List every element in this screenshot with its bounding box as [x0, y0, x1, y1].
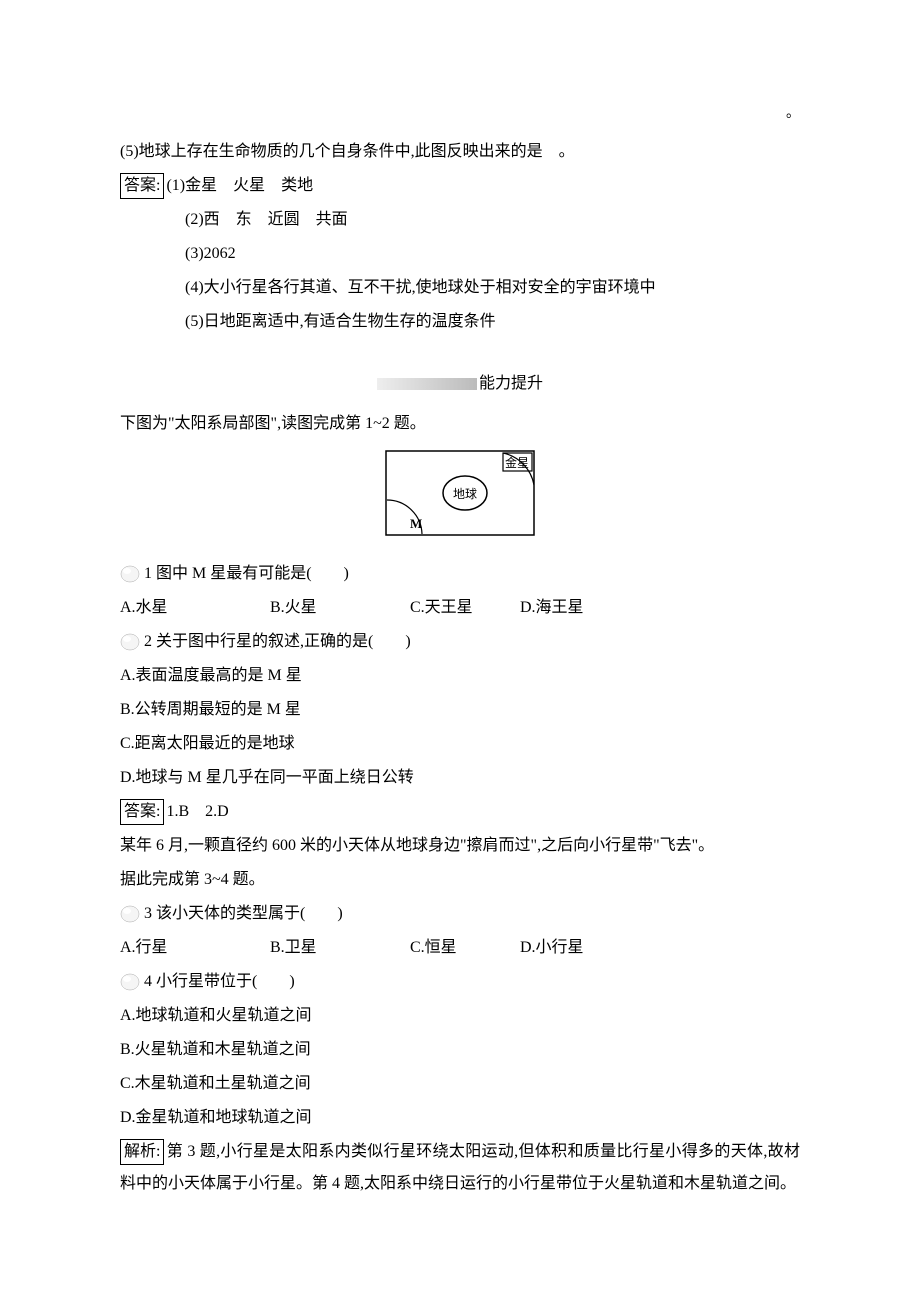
question-marker-icon	[120, 973, 140, 991]
section-title: 能力提升	[479, 375, 543, 392]
section-bar-icon	[377, 378, 477, 390]
option-4c: C.木星轨道和土星轨道之间	[120, 1068, 800, 1100]
intro-2a: 某年 6 月,一颗直径约 600 米的小天体从地球身边"擦肩而过",之后向小行星…	[120, 830, 800, 862]
question-3-text: 3 该小天体的类型属于( )	[144, 905, 343, 922]
answer-block: 答案:(1)金星 火星 类地	[120, 170, 800, 202]
option-3a: A.行星	[120, 932, 270, 964]
intro-2b: 据此完成第 3~4 题。	[120, 864, 800, 896]
option-4d: D.金星轨道和地球轨道之间	[120, 1102, 800, 1134]
option-3b: B.卫星	[270, 932, 410, 964]
top-marker: 。	[120, 100, 800, 128]
option-2d: D.地球与 M 星几乎在同一平面上绕日公转	[120, 762, 800, 794]
option-1b: B.火星	[270, 592, 410, 624]
option-1d: D.海王星	[520, 592, 584, 624]
question-2: 2 关于图中行星的叙述,正确的是( )	[120, 626, 800, 658]
option-4a: A.地球轨道和火星轨道之间	[120, 1000, 800, 1032]
option-2c: C.距离太阳最近的是地球	[120, 728, 800, 760]
answer-4: (4)大小行星各行其道、互不干扰,使地球处于相对安全的宇宙环境中	[120, 272, 800, 304]
section-header: 能力提升	[120, 368, 800, 400]
analysis-label: 解析:	[120, 1139, 164, 1165]
m-label: M	[410, 516, 422, 531]
solar-system-diagram: 金星 地球 M	[120, 450, 800, 548]
answer-2: (2)西 东 近圆 共面	[120, 204, 800, 236]
question-marker-icon	[120, 565, 140, 583]
question-1-options: A.水星 B.火星 C.天王星 D.海王星	[120, 592, 800, 624]
option-1a: A.水星	[120, 592, 270, 624]
answer-12-text: 1.B 2.D	[166, 803, 228, 820]
option-2a: A.表面温度最高的是 M 星	[120, 660, 800, 692]
answer-1: (1)金星 火星 类地	[166, 177, 313, 194]
question-3-options: A.行星 B.卫星 C.恒星 D.小行星	[120, 932, 800, 964]
answer-label: 答案:	[120, 173, 164, 199]
question-2-text: 2 关于图中行星的叙述,正确的是( )	[144, 633, 411, 650]
answer-1-2: 答案:1.B 2.D	[120, 796, 800, 828]
option-1c: C.天王星	[410, 592, 520, 624]
question-3: 3 该小天体的类型属于( )	[120, 898, 800, 930]
option-3d: D.小行星	[520, 932, 584, 964]
venus-label: 金星	[505, 455, 529, 470]
analysis-text: 第 3 题,小行星是太阳系内类似行星环绕太阳运动,但体积和质量比行星小得多的天体…	[120, 1143, 800, 1192]
question-marker-icon	[120, 633, 140, 651]
question-4: 4 小行星带位于( )	[120, 966, 800, 998]
option-4b: B.火星轨道和木星轨道之间	[120, 1034, 800, 1066]
earth-label: 地球	[453, 487, 477, 501]
analysis-block: 解析:第 3 题,小行星是太阳系内类似行星环绕太阳运动,但体积和质量比行星小得多…	[120, 1136, 800, 1200]
answer-5: (5)日地距离适中,有适合生物生存的温度条件	[120, 306, 800, 338]
intro-1: 下图为"太阳系局部图",读图完成第 1~2 题。	[120, 408, 800, 440]
option-3c: C.恒星	[410, 932, 520, 964]
answer-3: (3)2062	[120, 238, 800, 270]
option-2b: B.公转周期最短的是 M 星	[120, 694, 800, 726]
question-5: (5)地球上存在生命物质的几个自身条件中,此图反映出来的是 。	[120, 136, 800, 168]
question-4-text: 4 小行星带位于( )	[144, 973, 295, 990]
question-1: 1 图中 M 星最有可能是( )	[120, 558, 800, 590]
question-1-text: 1 图中 M 星最有可能是( )	[144, 565, 349, 582]
question-marker-icon	[120, 905, 140, 923]
answer-label: 答案:	[120, 799, 164, 825]
